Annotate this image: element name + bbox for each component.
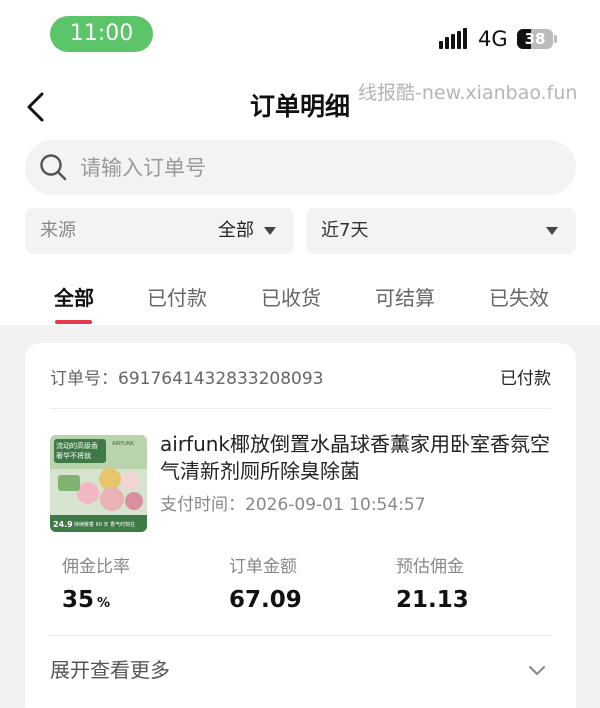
expand-more-label[interactable]: 展开查看更多 <box>50 656 170 684</box>
status-bar: 11:00 4G 38 <box>0 0 600 70</box>
source-filter-value: 全部 <box>218 220 254 241</box>
status-time: 11:00 <box>50 16 153 52</box>
date-filter[interactable]: 近7天 <box>306 208 576 254</box>
product-image-headline1: 流动的高级香 <box>56 441 98 450</box>
stat-order-amount: 订单金额 67.09 <box>229 556 379 616</box>
product-image-brand: AIRFUNK <box>112 441 135 447</box>
battery-level: 38 <box>524 30 546 48</box>
product-image-price: 24.9 <box>53 520 73 529</box>
tab-paid[interactable]: 已付款 <box>127 284 227 312</box>
network-label: 4G <box>478 27 508 51</box>
stat-commission-rate: 佣金比率 35% <box>62 556 212 620</box>
divider <box>50 635 551 636</box>
stat-label: 订单金额 <box>229 557 297 577</box>
tab-invalid[interactable]: 已失效 <box>469 284 569 312</box>
tab-received[interactable]: 已收货 <box>241 284 341 312</box>
product-image-headline2: 奢华不将就 <box>56 451 91 460</box>
active-tab-indicator <box>55 320 92 324</box>
order-status: 已付款 <box>500 369 551 389</box>
battery-icon: 38 <box>517 29 553 49</box>
stat-value: 67.09 <box>229 587 302 613</box>
product-image-art: 流动的高级香 奢华不将就 AIRFUNK 24.9 持续散香 60 天 香气时刻… <box>50 435 147 532</box>
status-tabs: 全部 已付款 已收货 可结算 已失效 <box>0 270 600 325</box>
commission-rate-value: 35 <box>62 587 95 613</box>
search-input[interactable] <box>80 140 560 195</box>
signal-icon <box>439 27 469 49</box>
product-title[interactable]: airfunk椰放倒置水晶球香薰家用卧室香氛空气清新剂厕所除臭除菌 <box>160 431 560 485</box>
chevron-down-icon[interactable] <box>528 661 546 679</box>
product-image-footer: 持续散香 60 天 香气时刻在 <box>74 521 135 528</box>
product-image[interactable]: 流动的高级香 奢华不将就 AIRFUNK 24.9 持续散香 60 天 香气时刻… <box>50 435 147 532</box>
stat-label: 佣金比率 <box>62 557 130 577</box>
divider <box>50 408 551 409</box>
back-button[interactable] <box>22 88 52 126</box>
stat-estimated-commission: 预估佣金 21.13 <box>396 556 546 616</box>
search-box[interactable] <box>25 140 576 195</box>
stat-label: 预估佣金 <box>396 557 464 577</box>
source-filter-label: 来源 <box>40 220 76 241</box>
source-filter[interactable]: 来源 全部 <box>25 208 294 254</box>
search-icon <box>40 154 67 181</box>
stat-value: 21.13 <box>396 587 469 613</box>
date-filter-value: 近7天 <box>321 220 369 241</box>
tab-all[interactable]: 全部 <box>24 284 124 312</box>
pay-time: 支付时间：2026-09-01 10:54:57 <box>160 495 426 515</box>
caret-down-icon <box>264 227 276 235</box>
percent-unit: % <box>97 596 111 611</box>
chevron-left-icon <box>27 92 44 122</box>
battery-cap <box>554 35 557 43</box>
caret-down-icon <box>546 227 558 235</box>
tab-settleable[interactable]: 可结算 <box>355 284 455 312</box>
watermark: 线报酷-new.xianbao.fun <box>358 82 578 104</box>
order-number: 订单号：6917641432833208093 <box>50 369 324 389</box>
order-card[interactable]: 订单号：6917641432833208093 已付款 流动的高级香 奢华不将就… <box>25 343 576 708</box>
stat-value: 35% <box>62 584 212 620</box>
